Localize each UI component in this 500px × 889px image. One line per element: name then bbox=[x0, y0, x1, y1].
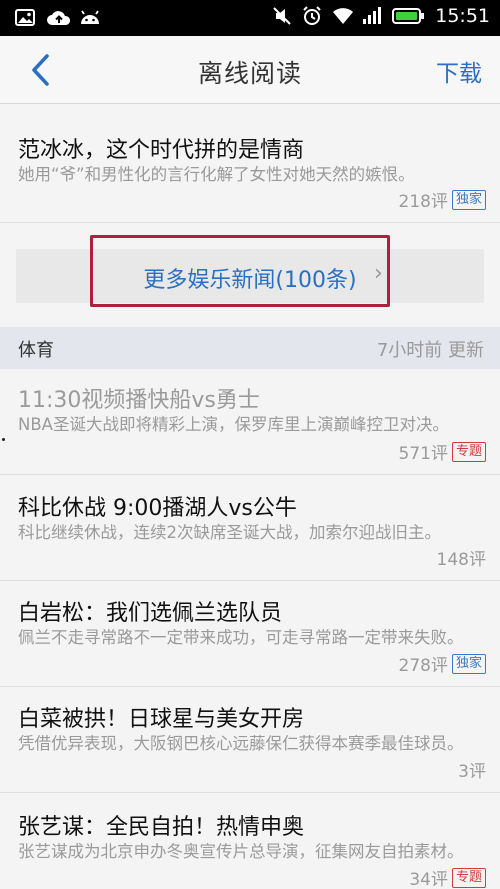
list-item[interactable]: 白菜被拱！日球星与美女开房 凭借优异表现，大阪钢巴核心远藤保仁获得本赛季最佳球员… bbox=[0, 687, 500, 793]
section-updated: 7小时前 更新 bbox=[376, 340, 484, 361]
comment-count: 571评 bbox=[398, 444, 448, 464]
comment-count: 278评 bbox=[398, 656, 448, 676]
item-title: 白菜被拱！日球星与美女开房 bbox=[18, 707, 305, 732]
item-title: 11:30视频播快船vs勇士 bbox=[18, 388, 260, 413]
more-news-button[interactable]: 更多娱乐新闻(100条) › bbox=[16, 249, 484, 303]
item-meta: 34评 专题 bbox=[409, 865, 486, 889]
status-bar: 15:51 bbox=[0, 0, 500, 36]
item-title: 科比休战 9:00播湖人vs公牛 bbox=[18, 496, 297, 521]
item-meta: 148评 bbox=[437, 545, 486, 570]
comment-count: 34评 bbox=[409, 870, 448, 889]
chevron-right-icon: › bbox=[374, 261, 383, 286]
nav-bar: 离线阅读 下载 bbox=[0, 36, 500, 104]
item-meta: 278评 独家 bbox=[399, 651, 486, 676]
list-item[interactable]: 11:30视频播快船vs勇士 NBA圣诞大战即将精彩上演，保罗库里上演巅峰控卫对… bbox=[0, 369, 500, 475]
download-button[interactable]: 下载 bbox=[436, 54, 482, 88]
item-meta: 571评 专题 bbox=[399, 439, 486, 464]
more-area: 更多娱乐新闻(100条) › bbox=[0, 223, 500, 321]
item-desc: 张艺谋成为北京申办冬奥宣传片总导演，征集网友自拍素材。 bbox=[18, 842, 464, 861]
item-title: 范冰冰，这个时代拼的是情商 bbox=[18, 138, 305, 163]
list-item[interactable]: 白岩松：我们选佩兰选队员 佩兰不走寻常路不一定带来成功，可走寻常路一定带来失败。… bbox=[0, 581, 500, 687]
section-header: 体育 7小时前 更新 bbox=[0, 327, 500, 369]
tag-badge: 专题 bbox=[451, 867, 486, 888]
list-item[interactable]: 范冰冰，这个时代拼的是情商 她用“爷”和男性化的言行化解了女性对她天然的嫉恨。 … bbox=[0, 105, 500, 223]
alarm-icon bbox=[301, 5, 323, 27]
wifi-icon bbox=[331, 5, 354, 27]
android-icon bbox=[78, 7, 100, 29]
image-icon bbox=[14, 7, 36, 29]
comment-count: 3评 bbox=[458, 762, 486, 782]
page-title: 离线阅读 bbox=[197, 59, 302, 88]
stray-dot bbox=[2, 438, 5, 441]
tag-badge: 专题 bbox=[451, 441, 486, 462]
signal-icon bbox=[361, 5, 383, 27]
section-name: 体育 bbox=[18, 340, 54, 361]
list-item[interactable]: 张艺谋：全民自拍！热情申奥 张艺谋成为北京申办冬奥宣传片总导演，征集网友自拍素材… bbox=[0, 793, 500, 889]
item-title: 张艺谋：全民自拍！热情申奥 bbox=[18, 815, 305, 840]
item-desc: 科比继续休战，连续2次缺席圣诞大战，加索尔迎战旧主。 bbox=[18, 523, 441, 542]
item-desc: NBA圣诞大战即将精彩上演，保罗库里上演巅峰控卫对决。 bbox=[18, 415, 449, 434]
list-item[interactable]: 科比休战 9:00播湖人vs公牛 科比继续休战，连续2次缺席圣诞大战，加索尔迎战… bbox=[0, 475, 500, 581]
cloud-upload-icon bbox=[46, 7, 71, 29]
tag-badge: 独家 bbox=[451, 189, 486, 210]
item-meta: 218评 独家 bbox=[399, 187, 486, 212]
item-desc: 佩兰不走寻常路不一定带来成功，可走寻常路一定带来失败。 bbox=[18, 628, 464, 647]
item-meta: 3评 bbox=[458, 757, 486, 782]
comment-count: 218评 bbox=[398, 192, 448, 212]
article-list: 范冰冰，这个时代拼的是情商 她用“爷”和男性化的言行化解了女性对她天然的嫉恨。 … bbox=[0, 105, 500, 889]
item-desc: 她用“爷”和男性化的言行化解了女性对她天然的嫉恨。 bbox=[18, 165, 415, 184]
more-news-label: 更多娱乐新闻(100条) bbox=[143, 268, 357, 293]
mute-icon bbox=[271, 5, 293, 27]
comment-count: 148评 bbox=[436, 550, 486, 570]
status-time: 15:51 bbox=[435, 5, 490, 27]
tag-badge: 独家 bbox=[451, 653, 486, 674]
item-title: 白岩松：我们选佩兰选队员 bbox=[18, 601, 283, 626]
battery-icon bbox=[391, 5, 425, 27]
item-desc: 凭借优异表现，大阪钢巴核心远藤保仁获得本赛季最佳球员。 bbox=[18, 734, 464, 753]
